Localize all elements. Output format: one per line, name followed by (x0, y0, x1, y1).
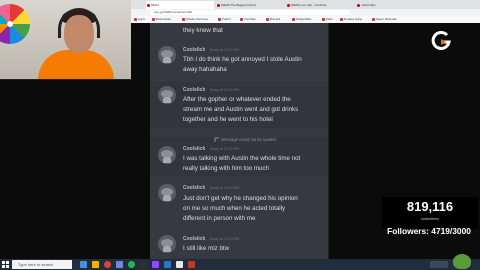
browser-tab-active[interactable]: Mizkif (146, 1, 214, 9)
bookmark-label: Apps (138, 17, 145, 21)
message-timestamp: Today at 10:16 PM (209, 88, 240, 92)
bookmark-icon (218, 18, 221, 21)
bookmark-item[interactable]: Clips (322, 16, 333, 23)
url-field[interactable]: xqc.gg/1999/moments/mizkif (150, 10, 350, 15)
app-icon[interactable] (188, 261, 195, 268)
message-line: together and he went to his hotel (183, 116, 273, 123)
bookmark-label: Twitch (222, 17, 231, 21)
avatar[interactable] (158, 184, 176, 202)
obs-icon[interactable] (140, 261, 147, 268)
bookmark-item[interactable]: Discord (266, 16, 280, 23)
taskbar-search-input[interactable]: Type here to search (12, 260, 72, 269)
bookmark-label: Super Nintendo (376, 17, 397, 21)
tab-favicon-icon (357, 3, 360, 7)
bookmark-icon (152, 18, 155, 21)
bookmark-label: Stream Services (186, 17, 209, 21)
bookmark-icon (340, 18, 343, 21)
message-line: After the gopher or whatever ended the (183, 96, 291, 103)
bookmark-item[interactable]: YouTube (240, 16, 256, 23)
followers-goal: Followers: 4719/3000 (387, 226, 471, 236)
chrome-icon[interactable] (104, 261, 111, 268)
bookmark-item[interactable]: Streamlabs (292, 16, 311, 23)
sub-counter: 819,116 subscribers (382, 197, 478, 229)
message-timestamp: Today at 10:14 PM (209, 186, 240, 190)
tab-label: Mizkif (151, 3, 159, 7)
prize-wheel-hub (7, 21, 13, 27)
message-line: really talking with him too much (183, 165, 269, 172)
app-icon[interactable] (176, 261, 183, 268)
browser-tab[interactable]: [NEW] Live Clip - YouTube (286, 1, 354, 9)
avatar[interactable] (158, 146, 176, 164)
browser-tab[interactable]: [NEW] The Biggest Friend (216, 1, 284, 9)
message-line: on me so much when he acted totally (183, 205, 286, 212)
spotify-icon[interactable] (128, 261, 135, 268)
message-text: they knew that (183, 27, 223, 34)
tab-label: mizkif clips (361, 3, 376, 7)
message-author[interactable]: Coolslick Today at 10:14 PM (183, 236, 239, 242)
bookmark-icon (134, 18, 137, 21)
message-line: Tbh I do think he got annoyed I stole Au… (183, 56, 302, 63)
message-author[interactable]: Coolslick Today at 10:16 PM (183, 87, 239, 93)
bookmark-item[interactable]: Twitch (218, 16, 231, 23)
bookmark-item[interactable]: Super Nintendo (372, 16, 397, 23)
message-line: I was talking with Austin the whole time… (183, 155, 301, 162)
task-view-icon[interactable] (80, 261, 87, 268)
windows-start-icon[interactable] (2, 261, 9, 268)
message-line: stream me and Austin went and got drinks (183, 106, 299, 113)
tab-label: [NEW] The Biggest Friend (221, 3, 256, 7)
bookmark-icon (182, 18, 185, 21)
message-not-loaded: Message could not be loaded. (221, 137, 277, 142)
bookmark-icon (240, 18, 243, 21)
browser-tab[interactable]: mizkif clips (356, 1, 424, 9)
message-author[interactable]: Coolslick Today at 10:15 PM (183, 146, 239, 152)
message-timestamp: Today at 10:14 PM (209, 237, 240, 241)
message-timestamp: Today at 10:17 PM (209, 48, 240, 52)
bookmark-label: Donkey Kong (344, 17, 363, 21)
bookmark-icon (266, 18, 269, 21)
bookmark-item[interactable]: Donkey Kong (340, 16, 362, 23)
chat-scrollbar-track[interactable] (328, 23, 329, 259)
message-author[interactable]: Coolslick Today at 10:14 PM (183, 185, 239, 191)
bookmark-item[interactable]: Apps (134, 16, 145, 23)
sub-count: 819,116 (406, 199, 454, 214)
bookmark-icon (292, 18, 295, 21)
avatar[interactable] (158, 46, 176, 64)
message-line: Just don't get why he changed his opinio… (183, 195, 298, 202)
message-timestamp: Today at 10:15 PM (209, 147, 240, 151)
bookmark-label: YouTube (244, 17, 256, 21)
app-icon[interactable] (164, 261, 171, 268)
pepe-emote-icon (453, 254, 471, 269)
discord-icon[interactable] (116, 261, 123, 268)
tab-favicon-icon (147, 3, 150, 7)
webcam-feed (0, 0, 131, 80)
gatorade-logo-icon (431, 30, 451, 50)
bookmark-item[interactable]: Stream Services (182, 16, 208, 23)
avatar[interactable] (158, 86, 176, 104)
bookmark-icon (372, 18, 375, 21)
twitch-icon[interactable] (152, 261, 159, 268)
bookmark-label: Clips (326, 17, 333, 21)
windows-taskbar: Type here to search (0, 259, 480, 270)
message-line: I still like miz btw (183, 245, 230, 252)
message-author[interactable]: Coolslick Today at 10:17 PM (183, 47, 239, 53)
file-explorer-icon[interactable] (92, 261, 99, 268)
message-line: different in person with me (183, 215, 256, 222)
avatar[interactable] (158, 235, 176, 253)
reply-arrow-icon (214, 137, 219, 142)
bookmark-label: Streamlabs (296, 17, 312, 21)
message-line: away hahahaha (183, 66, 227, 73)
system-tray-icons[interactable] (430, 261, 448, 268)
tab-label: [NEW] Live Clip - YouTube (291, 3, 327, 7)
sub-count-label: subscribers (421, 217, 439, 221)
tab-favicon-icon (217, 3, 220, 7)
bookmark-icon (322, 18, 325, 21)
bookmark-label: Bookmarks (156, 17, 172, 21)
bookmark-label: Discord (270, 17, 281, 21)
bookmark-item[interactable]: Bookmarks (152, 16, 171, 23)
tab-favicon-icon (287, 3, 290, 7)
